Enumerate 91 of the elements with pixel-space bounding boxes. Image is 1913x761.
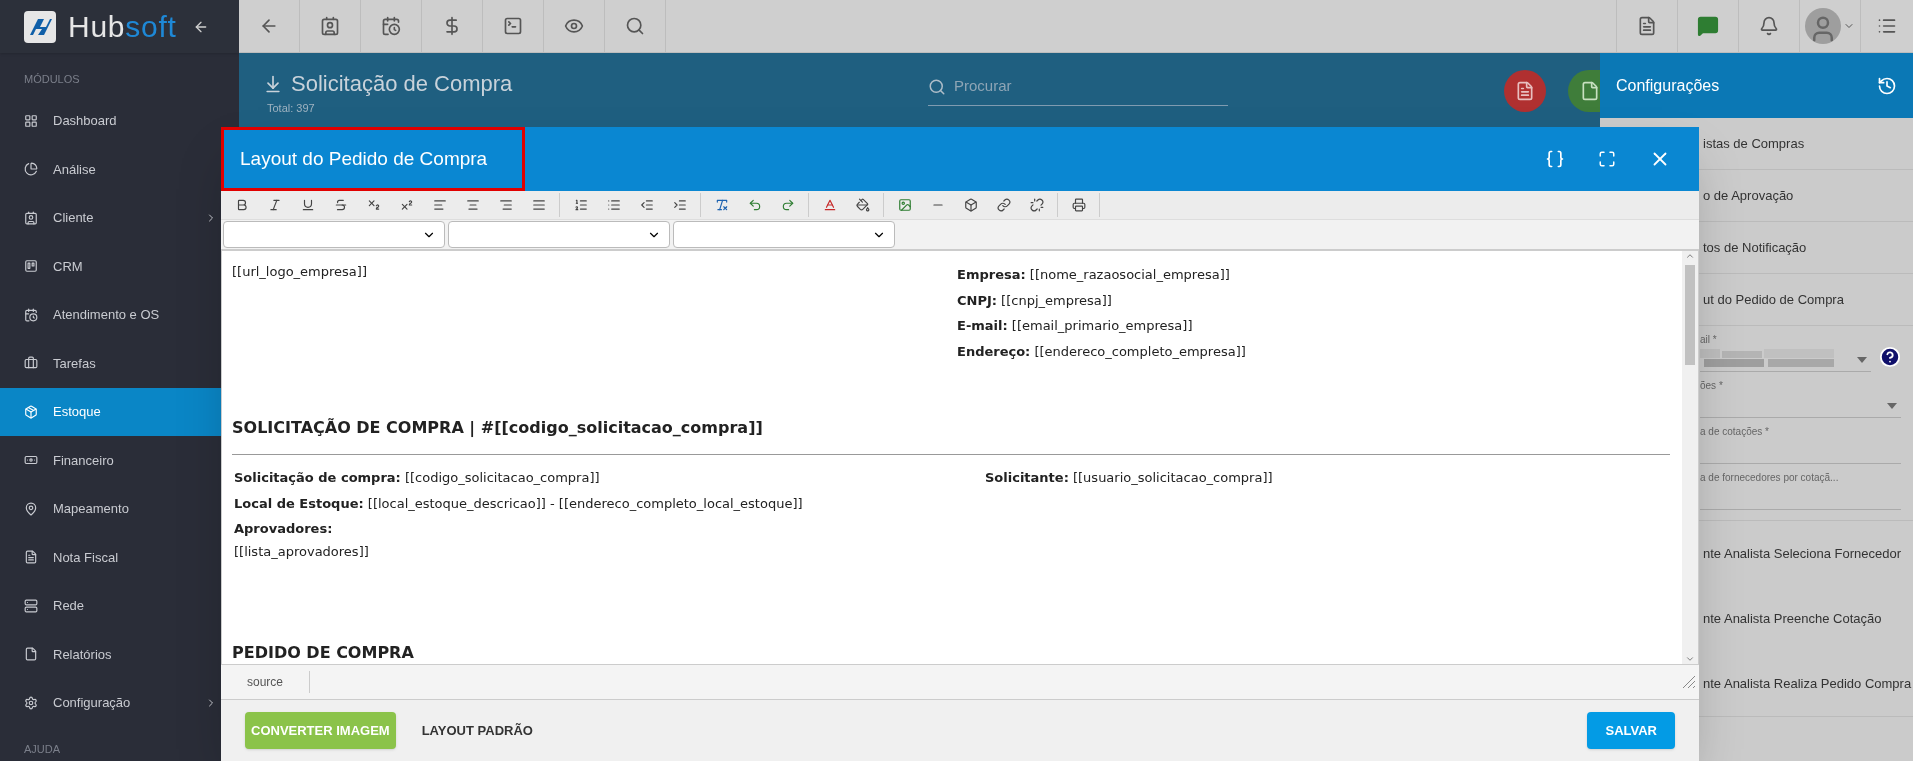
template-text: Endereço: [[endereco_completo_empresa]] bbox=[957, 342, 1246, 361]
excel-export-button[interactable] bbox=[1568, 70, 1600, 112]
unlink-icon bbox=[1029, 198, 1044, 212]
bullet-list-icon bbox=[606, 198, 621, 212]
select-field[interactable]: ões * bbox=[1700, 378, 1901, 418]
sidebar-item[interactable]: Tarefas bbox=[0, 339, 221, 388]
contact-card-icon bbox=[320, 16, 340, 36]
paint-bucket-icon bbox=[855, 198, 870, 212]
sidebar-item[interactable]: Dashboard bbox=[0, 96, 221, 145]
option-label: nte Analista Realiza Pedido Compra bbox=[1703, 674, 1912, 693]
terminal-icon bbox=[503, 16, 523, 36]
brand-name: Hubsoft bbox=[68, 11, 177, 42]
align-right-icon bbox=[498, 198, 513, 212]
template-text: Empresa: [[nome_razaosocial_empresa]] bbox=[957, 266, 1231, 284]
template-text: CNPJ: [[cnpj_empresa]] bbox=[957, 291, 1113, 310]
sidebar-item[interactable]: Configuração bbox=[0, 678, 221, 727]
sidebar-item[interactable]: CRM bbox=[0, 242, 221, 291]
scroll-down-icon bbox=[1685, 654, 1695, 664]
box-icon bbox=[963, 198, 978, 212]
search-icon bbox=[625, 16, 645, 36]
history-icon[interactable] bbox=[1877, 75, 1897, 96]
template-text: Solicitante: [[usuario_solicitacao_compra]] bbox=[985, 469, 1273, 487]
align-center-icon bbox=[465, 198, 480, 212]
search-icon bbox=[928, 77, 946, 96]
numbered-list-icon bbox=[573, 198, 588, 212]
link-icon bbox=[996, 198, 1011, 212]
redo-icon bbox=[780, 198, 795, 212]
modal-title: Layout do Pedido de Compra bbox=[221, 127, 525, 191]
template-text: [[url_logo_empresa]] bbox=[232, 263, 368, 281]
text-color-icon bbox=[822, 198, 837, 212]
option-label: nte Analista Seleciona Fornecedor bbox=[1703, 544, 1901, 563]
total-count: Total: 397 bbox=[266, 101, 316, 116]
select-field[interactable]: ail * bbox=[1700, 332, 1871, 372]
align-left-icon bbox=[432, 198, 447, 212]
italic-icon bbox=[267, 198, 282, 212]
avatar-icon bbox=[1805, 8, 1841, 44]
sidebar-item[interactable]: Cliente bbox=[0, 193, 221, 242]
source-toggle-icon[interactable] bbox=[1545, 149, 1565, 169]
sidebar-item[interactable]: Análise bbox=[0, 145, 221, 194]
fullscreen-icon[interactable] bbox=[1598, 150, 1616, 168]
underline-icon bbox=[300, 198, 315, 212]
panel-title: Configurações bbox=[1616, 75, 1720, 96]
scroll-thumb[interactable] bbox=[1685, 265, 1695, 365]
superscript-icon bbox=[399, 198, 414, 212]
help-icon[interactable] bbox=[1879, 346, 1901, 368]
default-layout-button[interactable]: LAYOUT PADRÃO bbox=[419, 720, 535, 741]
eye-icon bbox=[564, 16, 584, 36]
subscript-icon bbox=[366, 198, 381, 212]
section-label: AJUDA bbox=[23, 742, 62, 757]
message-icon bbox=[1697, 15, 1719, 37]
sidebar-item[interactable]: Rede bbox=[0, 581, 221, 630]
template-heading: SOLICITAÇÃO DE COMPRA | #[[codigo_solicitacao_compra]] bbox=[232, 417, 764, 439]
dropdown-caret-icon bbox=[1857, 357, 1867, 363]
source-tab[interactable]: source bbox=[221, 671, 311, 693]
indent-icon bbox=[672, 198, 687, 212]
input-field[interactable]: a de cotações * bbox=[1700, 424, 1901, 464]
strikethrough-icon bbox=[333, 198, 348, 212]
sidebar-item[interactable]: Relatórios bbox=[0, 630, 221, 679]
bell-icon bbox=[1759, 16, 1779, 36]
template-text: [[lista_aprovadores]] bbox=[234, 542, 370, 561]
resize-handle-icon[interactable] bbox=[1683, 676, 1695, 688]
undo-icon bbox=[747, 198, 762, 212]
print-icon bbox=[1071, 198, 1086, 212]
section-label: MÓDULOS bbox=[23, 72, 81, 87]
sidebar-item[interactable]: Financeiro bbox=[0, 436, 221, 485]
sidebar-item[interactable]: Nota Fiscal bbox=[0, 533, 221, 582]
align-justify-icon bbox=[531, 198, 546, 212]
remove-format-icon bbox=[714, 198, 729, 212]
editor-area[interactable] bbox=[221, 250, 1699, 665]
page-title: Solicitação de Compra bbox=[291, 70, 513, 98]
template-text: E-mail: [[email_primario_empresa]] bbox=[957, 317, 1194, 335]
sidebar-item[interactable]: Mapeamento bbox=[0, 484, 221, 533]
template-text: Solicitação de compra: [[codigo_solicitacao_compra]] bbox=[234, 469, 601, 487]
template-heading: PEDIDO DE COMPRA bbox=[232, 642, 415, 664]
scrollbar[interactable] bbox=[1682, 251, 1698, 664]
outdent-icon bbox=[639, 198, 654, 212]
input-field[interactable]: a de fornecedores por cotaçã... bbox=[1700, 470, 1901, 510]
image-icon bbox=[897, 198, 912, 212]
template-text: Local de Estoque: [[local_estoque_descricao]] - [[endereco_completo_local_estoque]] bbox=[234, 494, 804, 513]
document-icon bbox=[1515, 81, 1535, 101]
option-label: nte Analista Preenche Cotação bbox=[1703, 609, 1882, 628]
sidebar-item[interactable]: Atendimento e OS bbox=[0, 290, 221, 339]
template-text: Aprovadores: bbox=[234, 520, 334, 538]
calendar-clock-icon bbox=[381, 16, 401, 36]
pdf-export-button[interactable] bbox=[1504, 70, 1546, 112]
dropdown-caret-icon bbox=[1887, 403, 1897, 409]
spreadsheet-icon bbox=[1580, 81, 1600, 101]
sidebar-item[interactable]: Estoque bbox=[0, 387, 221, 436]
document-icon bbox=[1637, 16, 1657, 36]
logo-icon bbox=[24, 10, 56, 43]
scroll-up-icon bbox=[1685, 251, 1695, 261]
